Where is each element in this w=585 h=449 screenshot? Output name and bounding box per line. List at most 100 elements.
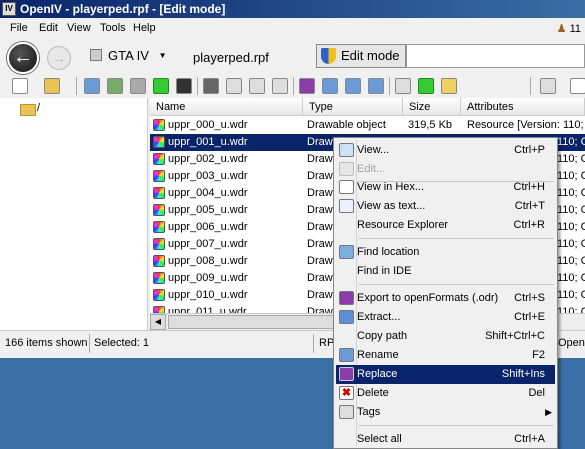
- status-app-name: OpenI: [558, 337, 585, 349]
- menu-item-rename[interactable]: Rename F2: [336, 346, 555, 365]
- menu-view[interactable]: Tools: [100, 22, 126, 34]
- menu-item-copy-path[interactable]: Copy path Shift+Ctrl+C: [336, 327, 555, 346]
- tool-icon-8[interactable]: [345, 78, 361, 94]
- tool-icon-10[interactable]: [395, 78, 411, 94]
- status-separator: [89, 334, 90, 353]
- tool-icon-11[interactable]: [570, 78, 585, 94]
- shield-icon: [321, 48, 336, 64]
- tool-icon-3[interactable]: [130, 78, 146, 94]
- tool-icon-5[interactable]: [203, 78, 219, 94]
- view-mode-icon[interactable]: [540, 78, 556, 94]
- menu-item-view[interactable]: View... Ctrl+P: [336, 141, 555, 160]
- menu-label: View...: [357, 144, 390, 156]
- openiv-app-icon: IV: [2, 2, 16, 16]
- menu-item-find-in-ide[interactable]: Find in IDE: [336, 262, 555, 281]
- menu-item-delete[interactable]: ✖ Delete Del: [336, 384, 555, 403]
- menu-item-export-openformats[interactable]: Export to openFormats (.odr) Ctrl+S: [336, 289, 555, 308]
- tool-icon-7[interactable]: [322, 78, 338, 94]
- scrollbar-thumb[interactable]: [168, 315, 338, 329]
- drawable-file-icon: [153, 238, 165, 250]
- back-button[interactable]: ←: [7, 42, 39, 74]
- file-name: uppr_001_u.wdr: [168, 136, 248, 148]
- drawable-file-icon: [153, 204, 165, 216]
- drawable-file-icon: [153, 136, 165, 148]
- menu-new[interactable]: View: [67, 22, 91, 34]
- folder-tree[interactable]: /: [0, 98, 148, 330]
- file-name: uppr_003_u.wdr: [168, 170, 248, 182]
- file-attributes: 110; Com: [557, 136, 585, 148]
- game-selector[interactable]: GTA IV ▼: [90, 48, 166, 63]
- file-attributes: 110; Com: [557, 204, 585, 216]
- menu-shortcut: Ctrl+T: [514, 200, 545, 212]
- menu-item-tags[interactable]: Tags ▶: [336, 403, 555, 422]
- edit-mode-button[interactable]: Edit mode: [316, 44, 406, 68]
- items-shown-count: 166 items shown: [5, 337, 88, 349]
- file-type: Drawable object: [307, 119, 386, 131]
- tool-icon-2[interactable]: [107, 78, 123, 94]
- drawable-file-icon: [153, 187, 165, 199]
- view-icon: [339, 143, 354, 157]
- tree-root-label[interactable]: /: [37, 102, 40, 114]
- file-attributes: 110; Com: [557, 221, 585, 233]
- menu-shortcut: Ctrl+S: [514, 292, 545, 304]
- save-icon[interactable]: [299, 78, 315, 94]
- user-indicator[interactable]: ♟ 11: [557, 22, 581, 35]
- menu-item-extract[interactable]: Extract... Ctrl+E: [336, 308, 555, 327]
- menu-item-replace[interactable]: Replace Shift+Ins: [336, 365, 555, 384]
- menu-shortcut: Ctrl+R: [513, 219, 545, 231]
- table-row[interactable]: uppr_000_u.wdr Drawable object 319,5 Kb …: [150, 117, 585, 134]
- edit-mode-label: Edit mode: [341, 48, 400, 63]
- file-attributes: 110; Com: [557, 170, 585, 182]
- drawable-file-icon: [153, 255, 165, 267]
- menu-edit[interactable]: Edit: [39, 22, 58, 34]
- menu-shortcut: Ctrl+E: [514, 311, 545, 323]
- menu-file[interactable]: File: [10, 22, 28, 34]
- menu-label: Copy path: [357, 330, 408, 342]
- drawable-file-icon: [153, 170, 165, 182]
- menu-bar: File Edit View Tools Help ♟ 11: [0, 18, 585, 40]
- game-icon: [90, 49, 102, 61]
- menu-item-select-all[interactable]: Select all Ctrl+A: [336, 430, 555, 449]
- file-name: uppr_005_u.wdr: [168, 204, 248, 216]
- column-header-attributes[interactable]: Attributes: [461, 98, 585, 116]
- search-input[interactable]: [406, 44, 585, 68]
- menu-label: Find location: [357, 246, 420, 258]
- export-icon: [339, 291, 354, 305]
- menu-shortcut: Shift+Ctrl+C: [485, 330, 545, 342]
- column-header-name[interactable]: Name: [150, 98, 303, 116]
- open-folder-icon[interactable]: [44, 78, 60, 94]
- file-name: uppr_006_u.wdr: [168, 221, 248, 233]
- scroll-left-icon[interactable]: ◀: [150, 314, 166, 330]
- hex-icon: [339, 180, 354, 194]
- file-attributes: 110; Com: [557, 255, 585, 267]
- menu-shortcut: Shift+Ins: [501, 368, 545, 380]
- replace-icon: [339, 367, 354, 381]
- play-icon[interactable]: [153, 78, 169, 94]
- column-header-type[interactable]: Type: [303, 98, 403, 116]
- toolbar-separator: [76, 77, 77, 95]
- menu-item-find-location[interactable]: Find location: [336, 243, 555, 262]
- tool-icon-6[interactable]: [249, 78, 265, 94]
- title-bar[interactable]: IV OpenIV - playerped.rpf - [Edit mode]: [0, 0, 585, 18]
- magnifier-icon[interactable]: [226, 78, 242, 94]
- menu-item-view-hex[interactable]: View in Hex... Ctrl+H: [336, 178, 555, 197]
- tool-icon-4[interactable]: [176, 78, 192, 94]
- menu-shortcut: Ctrl+A: [514, 433, 545, 445]
- file-name: uppr_000_u.wdr: [168, 119, 248, 131]
- new-file-icon[interactable]: [12, 78, 28, 94]
- tool-icon-9[interactable]: [368, 78, 384, 94]
- new-note-icon[interactable]: [441, 78, 457, 94]
- file-name: uppr_004_u.wdr: [168, 187, 248, 199]
- tool-icon-1[interactable]: [84, 78, 100, 94]
- text-icon[interactable]: [272, 78, 288, 94]
- status-path: RP: [319, 337, 335, 349]
- menu-label: Replace: [357, 368, 398, 380]
- menu-label: Resource Explorer: [357, 219, 449, 231]
- menu-item-view-text[interactable]: View as text... Ctrl+T: [336, 197, 555, 216]
- add-icon[interactable]: [418, 78, 434, 94]
- menu-item-resource-explorer[interactable]: Resource Explorer Ctrl+R: [336, 216, 555, 235]
- forward-button[interactable]: →: [47, 46, 71, 70]
- menu-tools[interactable]: Help: [133, 22, 156, 34]
- file-attributes: 110; Com: [557, 272, 585, 284]
- column-header-size[interactable]: Size: [403, 98, 461, 116]
